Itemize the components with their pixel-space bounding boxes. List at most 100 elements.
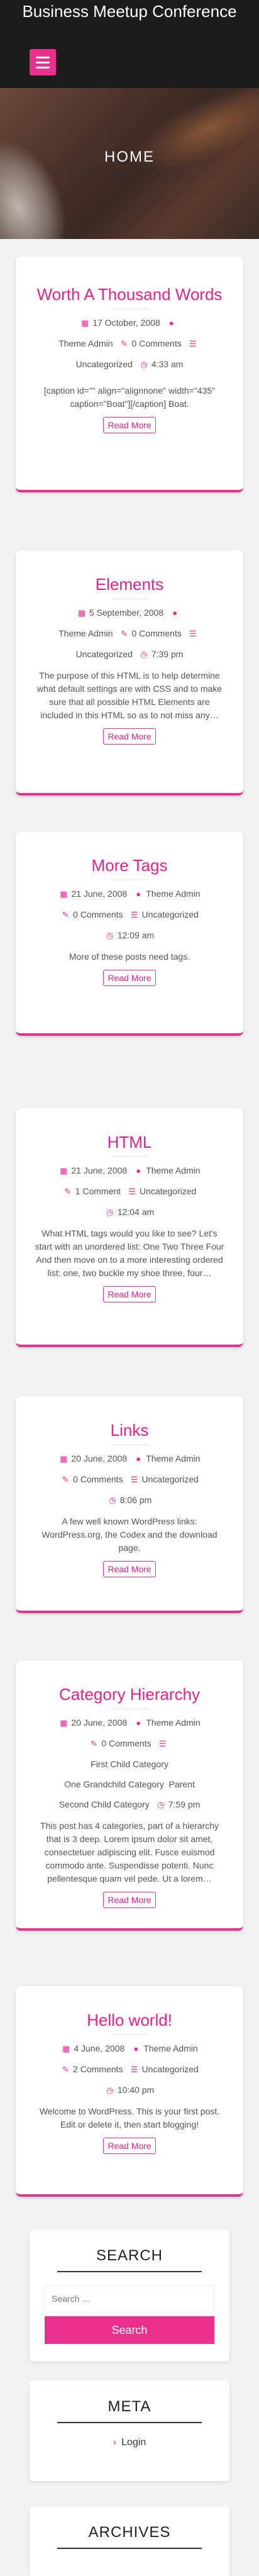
post-title[interactable]: Worth A Thousand Words — [35, 284, 224, 304]
post-title[interactable]: HTML — [35, 1132, 224, 1152]
post-category[interactable]: One Grandchild Category — [64, 1779, 164, 1789]
list-icon: ☰ — [130, 910, 138, 919]
read-more-button[interactable]: Read More — [103, 728, 156, 745]
clock-icon: ◷ — [140, 360, 148, 369]
post-category[interactable]: Uncategorized — [76, 649, 133, 659]
post-time: 10:40 pm — [117, 2085, 155, 2095]
post-time: 4:33 am — [151, 359, 184, 369]
search-input[interactable] — [45, 2285, 214, 2312]
post-time: 7:39 pm — [151, 649, 184, 659]
divider — [111, 1156, 148, 1157]
post-category[interactable]: Parent — [169, 1779, 195, 1789]
post-category[interactable]: Uncategorized — [142, 2064, 199, 2074]
divider — [111, 598, 148, 599]
post-author[interactable]: Theme Admin — [58, 338, 113, 348]
list-icon: ☰ — [189, 629, 197, 638]
list-icon: ☰ — [158, 1739, 167, 1748]
comments-icon: ✎ — [121, 629, 128, 638]
post-comments[interactable]: 0 Comments — [101, 1738, 151, 1748]
post-author[interactable]: Theme Admin — [146, 1453, 200, 1463]
post-category[interactable]: First Child Category — [91, 1759, 168, 1769]
meta-widget: META › Login — [30, 2380, 229, 2481]
comments-icon: ✎ — [62, 1475, 69, 1484]
user-icon: ● — [136, 1718, 141, 1728]
post-date[interactable]: 20 June, 2008 — [71, 1718, 127, 1728]
post-author[interactable]: Theme Admin — [146, 889, 200, 899]
post-excerpt: This post has 4 categories, part of a hi… — [40, 1821, 219, 1884]
post-category[interactable]: Second Child Category — [59, 1799, 150, 1809]
post-comments[interactable]: 0 Comments — [73, 1474, 123, 1484]
post-author[interactable]: Theme Admin — [143, 2043, 197, 2053]
post-category[interactable]: Uncategorized — [76, 359, 133, 369]
comments-icon: ✎ — [62, 910, 69, 919]
login-link[interactable]: › Login — [30, 2437, 229, 2448]
clock-icon: ◷ — [106, 931, 114, 940]
post-excerpt: [caption id="" align="alignnone" width="… — [43, 386, 216, 409]
calendar-icon: ▦ — [60, 1166, 68, 1175]
post-excerpt: A few well known WordPress links: WordPr… — [41, 1516, 218, 1553]
post-card: Worth A Thousand Words ▦ 17 October, 2008… — [16, 257, 243, 492]
post-title[interactable]: Hello world! — [35, 2010, 224, 2030]
calendar-icon: ▦ — [60, 1454, 68, 1463]
read-more-button[interactable]: Read More — [103, 1892, 156, 1908]
menu-toggle-button[interactable] — [30, 49, 56, 75]
post-category[interactable]: Uncategorized — [142, 1474, 199, 1484]
user-icon: ● — [168, 318, 174, 328]
post-comments[interactable]: 0 Comments — [73, 909, 123, 919]
post-category[interactable]: Uncategorized — [140, 1186, 196, 1196]
post-comments[interactable]: 2 Comments — [73, 2064, 123, 2074]
post-author[interactable]: Theme Admin — [146, 1165, 200, 1175]
post-comments[interactable]: 0 Comments — [132, 338, 182, 348]
post-title[interactable]: Category Hierarchy — [35, 1684, 224, 1704]
post-title[interactable]: Links — [35, 1420, 224, 1440]
divider — [111, 308, 148, 309]
post-time: 12:09 am — [117, 930, 155, 940]
post-date[interactable]: 21 June, 2008 — [71, 889, 127, 899]
user-icon: ● — [133, 2044, 139, 2053]
divider — [57, 2271, 202, 2272]
list-icon: ☰ — [130, 2065, 138, 2074]
divider — [57, 2422, 202, 2423]
calendar-icon: ▦ — [60, 889, 68, 899]
post-date[interactable]: 20 June, 2008 — [71, 1453, 127, 1463]
post-author[interactable]: Theme Admin — [58, 628, 113, 638]
user-icon: ● — [172, 608, 178, 618]
post-date[interactable]: 4 June, 2008 — [74, 2043, 124, 2053]
post-date[interactable]: 17 October, 2008 — [92, 318, 160, 328]
clock-icon: ◷ — [140, 650, 148, 659]
comments-icon: ✎ — [64, 1187, 72, 1196]
post-comments[interactable]: 1 Comment — [75, 1186, 121, 1196]
post-title[interactable]: Elements — [35, 574, 224, 594]
list-icon: ☰ — [189, 339, 197, 348]
divider — [111, 1444, 148, 1445]
calendar-icon: ▦ — [81, 318, 89, 328]
read-more-button[interactable]: Read More — [103, 970, 156, 986]
clock-icon: ◷ — [106, 2085, 114, 2095]
user-icon: ● — [136, 1454, 141, 1463]
calendar-icon: ▦ — [62, 2044, 70, 2053]
post-date[interactable]: 21 June, 2008 — [71, 1165, 127, 1175]
read-more-button[interactable]: Read More — [103, 1286, 156, 1302]
post-excerpt: Welcome to WordPress. This is your first… — [39, 2106, 220, 2129]
post-card: Links ▦ 20 June, 2008 ● Theme Admin ✎ 0 Comm… — [16, 1396, 243, 1613]
search-button[interactable]: Search — [45, 2316, 214, 2344]
widget-title: META — [107, 2398, 152, 2415]
read-more-button[interactable]: Read More — [103, 2138, 156, 2154]
post-card: HTML ▦ 21 June, 2008 ● Theme Admin ✎ 1 Comme… — [16, 1108, 243, 1347]
site-header: Business Meetup Conference — [0, 0, 259, 88]
divider — [57, 2548, 202, 2549]
post-date[interactable]: 5 September, 2008 — [89, 608, 163, 618]
post-author[interactable]: Theme Admin — [146, 1718, 200, 1728]
comments-icon: ✎ — [62, 2065, 69, 2074]
calendar-icon: ▦ — [77, 608, 85, 618]
widget-title: ARCHIVES — [88, 2524, 171, 2541]
post-title[interactable]: More Tags — [35, 855, 224, 875]
read-more-button[interactable]: Read More — [103, 1561, 156, 1577]
post-category[interactable]: Uncategorized — [142, 909, 199, 919]
post-excerpt: The purpose of this HTML is to help dete… — [36, 670, 223, 720]
post-time: 8:06 pm — [119, 1495, 152, 1505]
read-more-button[interactable]: Read More — [103, 417, 156, 433]
post-card: More Tags ▦ 21 June, 2008 ● Theme Admin ✎ 0 … — [16, 831, 243, 1036]
post-comments[interactable]: 0 Comments — [132, 628, 182, 638]
site-title[interactable]: Business Meetup Conference — [0, 1, 259, 21]
